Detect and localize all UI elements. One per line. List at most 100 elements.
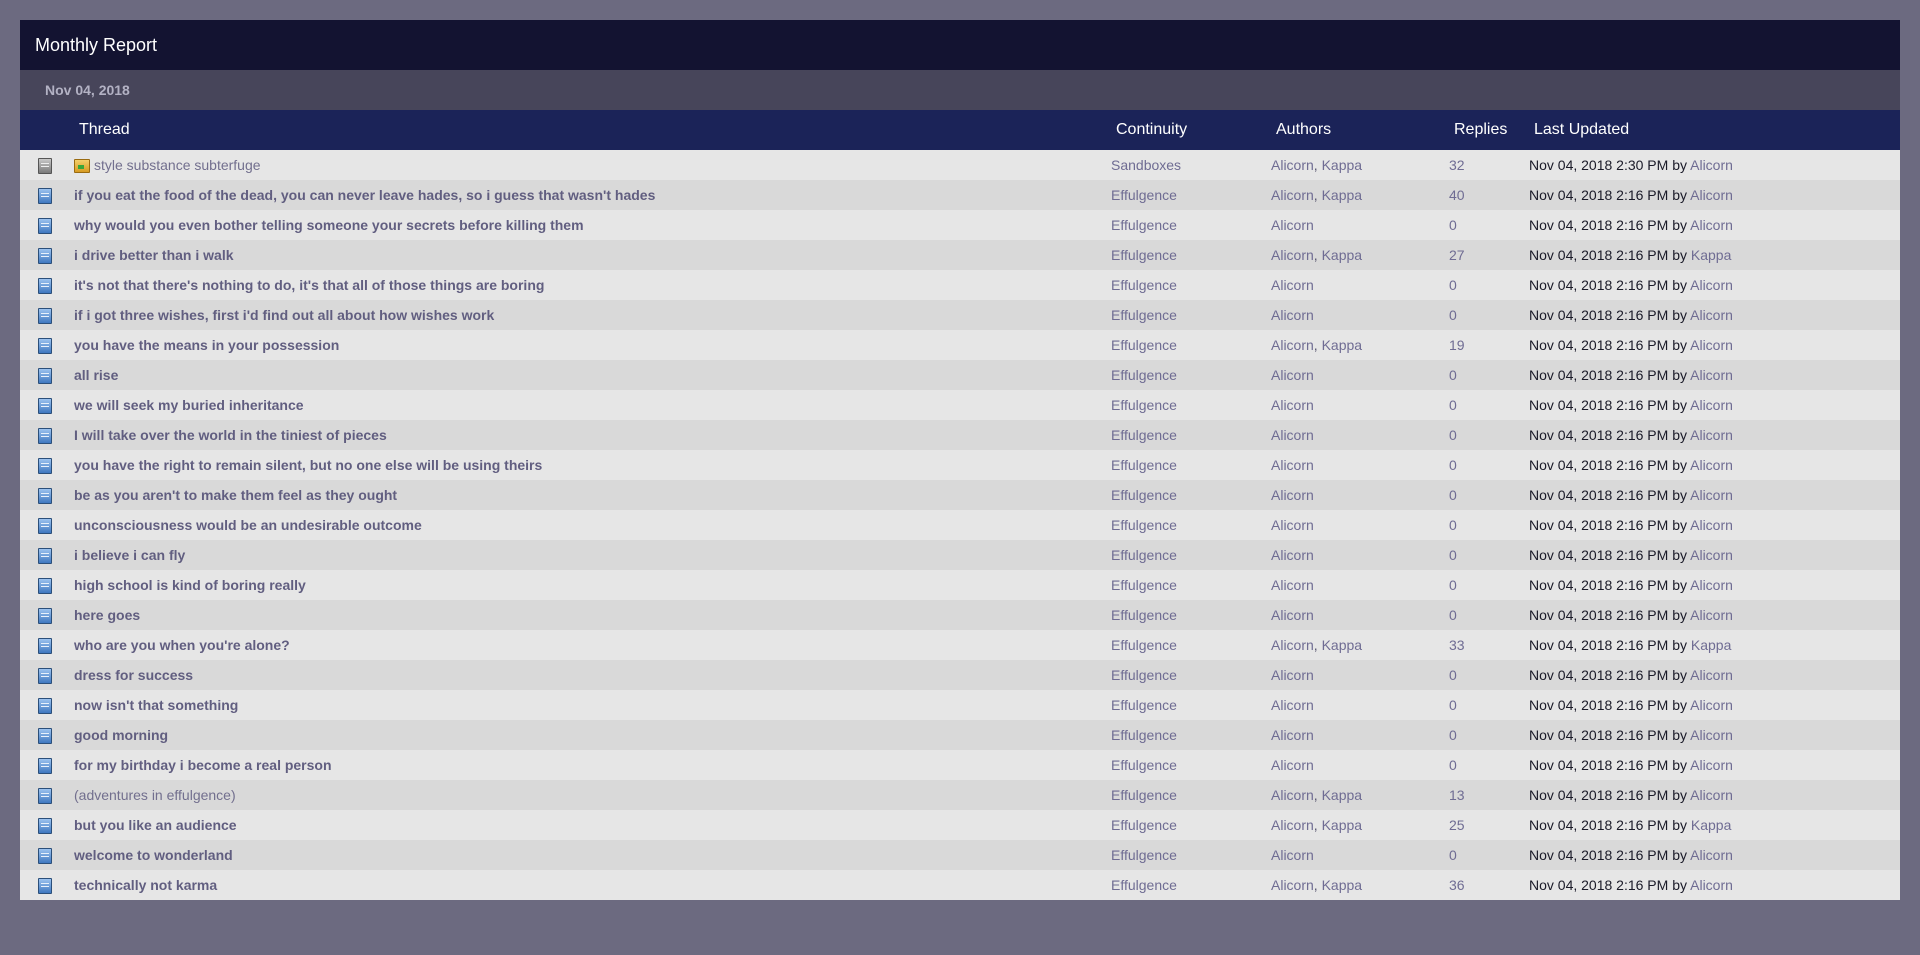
thread-icon[interactable] — [38, 787, 52, 804]
replies-count-link[interactable]: 36 — [1449, 877, 1465, 893]
last-updated-author-link[interactable]: Alicorn — [1690, 667, 1733, 683]
thread-icon[interactable] — [38, 577, 52, 594]
thread-title-link[interactable]: i believe i can fly — [74, 547, 185, 563]
replies-count-link[interactable]: 32 — [1449, 157, 1465, 173]
replies-count-link[interactable]: 0 — [1449, 547, 1457, 563]
continuity-link[interactable]: Effulgence — [1111, 427, 1177, 443]
thread-title-link[interactable]: all rise — [74, 367, 118, 383]
author-link[interactable]: Kappa — [1322, 157, 1362, 173]
author-link[interactable]: Kappa — [1322, 187, 1362, 203]
author-link[interactable]: Alicorn — [1271, 757, 1314, 773]
author-link[interactable]: Kappa — [1322, 337, 1362, 353]
author-link[interactable]: Kappa — [1322, 787, 1362, 803]
author-link[interactable]: Alicorn — [1271, 517, 1314, 533]
author-link[interactable]: Alicorn — [1271, 397, 1314, 413]
thread-icon[interactable] — [38, 637, 52, 654]
thread-title-link[interactable]: we will seek my buried inheritance — [74, 397, 304, 413]
thread-title-link[interactable]: high school is kind of boring really — [74, 577, 306, 593]
continuity-link[interactable]: Effulgence — [1111, 247, 1177, 263]
last-updated-author-link[interactable]: Alicorn — [1690, 877, 1733, 893]
author-link[interactable]: Alicorn — [1271, 817, 1314, 833]
replies-count-link[interactable]: 0 — [1449, 727, 1457, 743]
author-link[interactable]: Alicorn — [1271, 547, 1314, 563]
author-link[interactable]: Alicorn — [1271, 577, 1314, 593]
author-link[interactable]: Alicorn — [1271, 877, 1314, 893]
thread-title-link[interactable]: good morning — [74, 727, 168, 743]
thread-title-link[interactable]: it's not that there's nothing to do, it'… — [74, 277, 544, 293]
last-updated-author-link[interactable]: Alicorn — [1690, 277, 1733, 293]
thread-icon[interactable] — [38, 217, 52, 234]
author-link[interactable]: Alicorn — [1271, 667, 1314, 683]
replies-count-link[interactable]: 0 — [1449, 427, 1457, 443]
replies-count-link[interactable]: 0 — [1449, 577, 1457, 593]
thread-icon[interactable] — [38, 397, 52, 414]
thread-title-link[interactable]: i drive better than i walk — [74, 247, 234, 263]
last-updated-author-link[interactable]: Alicorn — [1690, 607, 1733, 623]
continuity-link[interactable]: Effulgence — [1111, 607, 1177, 623]
thread-icon[interactable] — [38, 307, 52, 324]
thread-icon[interactable] — [38, 427, 52, 444]
last-updated-author-link[interactable]: Alicorn — [1690, 397, 1733, 413]
thread-title-link[interactable]: now isn't that something — [74, 697, 238, 713]
continuity-link[interactable]: Effulgence — [1111, 187, 1177, 203]
replies-count-link[interactable]: 0 — [1449, 697, 1457, 713]
thread-title-link[interactable]: technically not karma — [74, 877, 217, 893]
thread-title-link[interactable]: dress for success — [74, 667, 193, 683]
replies-count-link[interactable]: 0 — [1449, 307, 1457, 323]
last-updated-author-link[interactable]: Alicorn — [1690, 487, 1733, 503]
last-updated-author-link[interactable]: Alicorn — [1690, 727, 1733, 743]
continuity-link[interactable]: Effulgence — [1111, 577, 1177, 593]
continuity-link[interactable]: Effulgence — [1111, 487, 1177, 503]
thread-title-link[interactable]: who are you when you're alone? — [74, 637, 290, 653]
thread-title-link[interactable]: if you eat the food of the dead, you can… — [74, 187, 655, 203]
continuity-link[interactable]: Effulgence — [1111, 217, 1177, 233]
thread-title-link[interactable]: you have the means in your possession — [74, 337, 339, 353]
continuity-link[interactable]: Effulgence — [1111, 667, 1177, 683]
thread-icon[interactable] — [38, 757, 52, 774]
last-updated-author-link[interactable]: Alicorn — [1690, 847, 1733, 863]
thread-title-link[interactable]: if i got three wishes, first i'd find ou… — [74, 307, 494, 323]
last-updated-author-link[interactable]: Alicorn — [1690, 367, 1733, 383]
thread-icon[interactable] — [38, 877, 52, 894]
author-link[interactable]: Alicorn — [1271, 487, 1314, 503]
continuity-link[interactable]: Effulgence — [1111, 697, 1177, 713]
replies-count-link[interactable]: 33 — [1449, 637, 1465, 653]
replies-count-link[interactable]: 0 — [1449, 487, 1457, 503]
replies-count-link[interactable]: 19 — [1449, 337, 1465, 353]
continuity-link[interactable]: Effulgence — [1111, 457, 1177, 473]
last-updated-author-link[interactable]: Alicorn — [1690, 337, 1733, 353]
continuity-link[interactable]: Effulgence — [1111, 877, 1177, 893]
last-updated-author-link[interactable]: Alicorn — [1690, 547, 1733, 563]
last-updated-author-link[interactable]: Alicorn — [1690, 577, 1733, 593]
author-link[interactable]: Kappa — [1322, 247, 1362, 263]
thread-icon[interactable] — [38, 277, 52, 294]
continuity-link[interactable]: Effulgence — [1111, 307, 1177, 323]
thread-title-link[interactable]: here goes — [74, 607, 140, 623]
continuity-link[interactable]: Sandboxes — [1111, 157, 1181, 173]
thread-icon[interactable] — [38, 187, 52, 204]
thread-icon[interactable] — [38, 817, 52, 834]
thread-title-link[interactable]: welcome to wonderland — [74, 847, 233, 863]
author-link[interactable]: Alicorn — [1271, 247, 1314, 263]
author-link[interactable]: Alicorn — [1271, 307, 1314, 323]
author-link[interactable]: Alicorn — [1271, 157, 1314, 173]
author-link[interactable]: Alicorn — [1271, 607, 1314, 623]
thread-icon[interactable] — [38, 547, 52, 564]
author-link[interactable]: Alicorn — [1271, 337, 1314, 353]
last-updated-author-link[interactable]: Alicorn — [1690, 307, 1733, 323]
thread-title-link[interactable]: (adventures in effulgence) — [74, 787, 236, 803]
replies-count-link[interactable]: 0 — [1449, 757, 1457, 773]
author-link[interactable]: Alicorn — [1271, 457, 1314, 473]
replies-count-link[interactable]: 25 — [1449, 817, 1465, 833]
replies-count-link[interactable]: 0 — [1449, 847, 1457, 863]
thread-icon[interactable] — [38, 157, 52, 174]
continuity-link[interactable]: Effulgence — [1111, 367, 1177, 383]
last-updated-author-link[interactable]: Kappa — [1691, 247, 1731, 263]
replies-count-link[interactable]: 27 — [1449, 247, 1465, 263]
author-link[interactable]: Alicorn — [1271, 697, 1314, 713]
last-updated-author-link[interactable]: Alicorn — [1690, 517, 1733, 533]
last-updated-author-link[interactable]: Alicorn — [1690, 217, 1733, 233]
author-link[interactable]: Alicorn — [1271, 637, 1314, 653]
last-updated-author-link[interactable]: Alicorn — [1690, 427, 1733, 443]
author-link[interactable]: Kappa — [1322, 877, 1362, 893]
